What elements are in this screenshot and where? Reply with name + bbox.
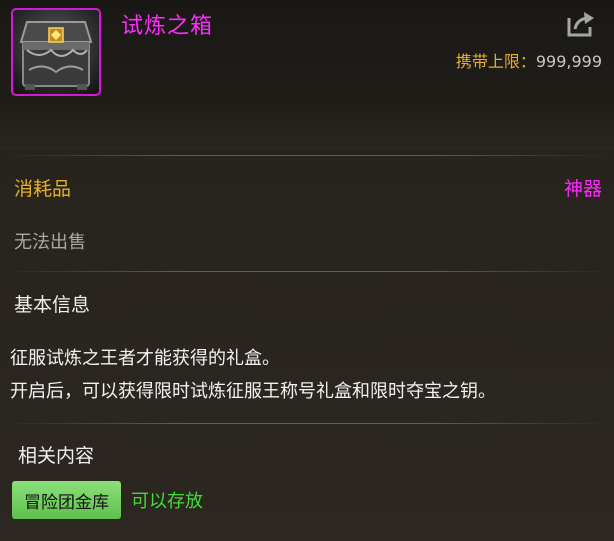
storable-status: 可以存放 [131,491,203,512]
item-type: 消耗品 [14,178,72,200]
carry-limit: 携带上限：999,999 [456,48,602,72]
description-line-2: 开启后，可以获得限时试炼征服王称号礼盒和限时夺宝之钥。 [10,381,496,402]
adventure-vault-tag[interactable]: 冒险团金库 [12,481,121,519]
divider [0,423,614,424]
carry-limit-value: 999,999 [535,52,602,71]
related-content-heading: 相关内容 [18,445,95,467]
basic-info-heading: 基本信息 [14,294,91,316]
divider [0,271,614,272]
carry-limit-label: 携带上限： [455,52,536,71]
item-rarity: 神器 [563,178,602,200]
divider [0,155,614,156]
treasure-chest-icon [11,8,101,96]
share-icon [567,12,594,37]
description-line-1: 征服试炼之王者才能获得的礼盒。 [10,348,280,369]
share-button[interactable] [566,10,596,38]
item-title: 试炼之箱 [121,14,214,39]
sell-status: 无法出售 [14,232,86,253]
item-tooltip-panel: 试炼之箱 携带上限：999,999 消耗品 神器 无法出售 基本信息 征服试炼之… [0,0,614,541]
